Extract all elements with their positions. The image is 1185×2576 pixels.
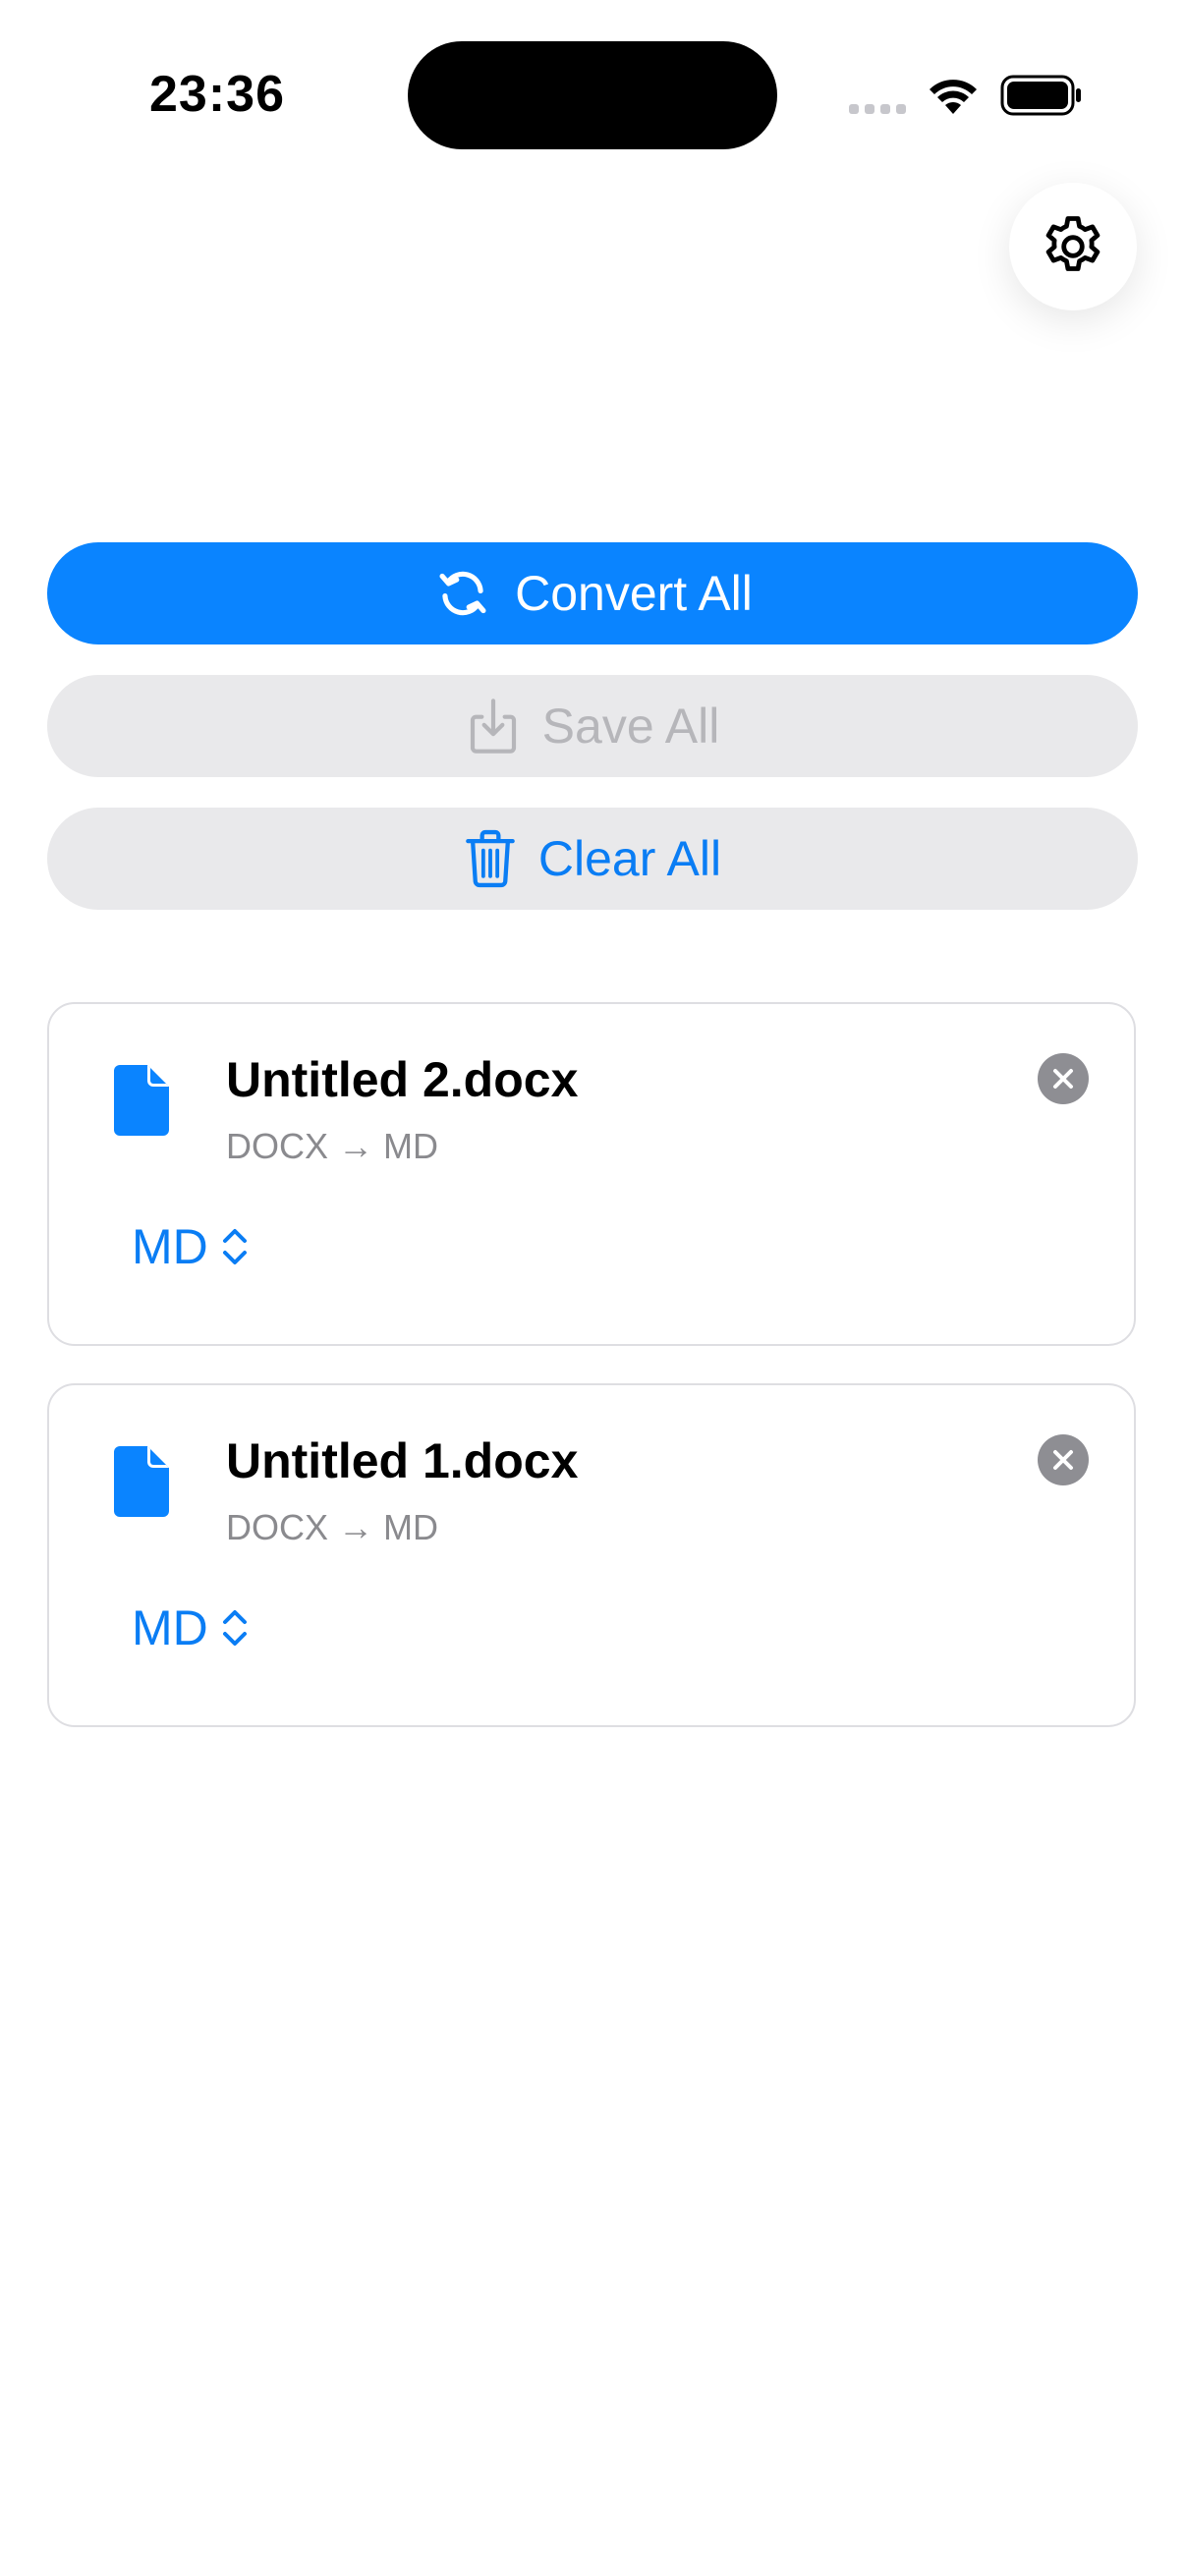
convert-all-label: Convert All bbox=[515, 566, 753, 621]
file-card: Untitled 2.docx DOCX → MD MD bbox=[47, 1002, 1136, 1346]
clear-all-button[interactable]: Clear All bbox=[47, 808, 1138, 910]
battery-icon bbox=[1000, 75, 1081, 116]
file-card: Untitled 1.docx DOCX → MD MD bbox=[47, 1383, 1136, 1727]
document-icon bbox=[114, 1065, 169, 1136]
remove-file-button[interactable] bbox=[1038, 1053, 1089, 1104]
conversion-label: DOCX → MD bbox=[226, 1507, 438, 1547]
conversion-label: DOCX → MD bbox=[226, 1126, 438, 1166]
gear-icon bbox=[1045, 216, 1100, 271]
remove-file-button[interactable] bbox=[1038, 1434, 1089, 1485]
clear-all-label: Clear All bbox=[537, 831, 722, 886]
settings-button[interactable] bbox=[1009, 183, 1137, 310]
file-name: Untitled 2.docx bbox=[226, 1052, 579, 1107]
chevron-up-down-icon bbox=[222, 1610, 247, 1646]
file-name: Untitled 1.docx bbox=[226, 1433, 579, 1488]
save-all-button[interactable]: Save All bbox=[47, 675, 1138, 777]
dynamic-island bbox=[408, 41, 777, 149]
refresh-icon bbox=[432, 563, 493, 624]
status-time: 23:36 bbox=[149, 66, 285, 123]
format-value: MD bbox=[132, 1219, 208, 1274]
wifi-icon bbox=[930, 80, 977, 114]
trash-icon bbox=[464, 828, 517, 889]
cellular-signal-icon bbox=[849, 104, 906, 114]
convert-all-button[interactable]: Convert All bbox=[47, 542, 1138, 644]
chevron-up-down-icon bbox=[222, 1229, 247, 1264]
save-all-label: Save All bbox=[541, 699, 720, 754]
document-icon bbox=[114, 1446, 169, 1517]
download-icon bbox=[466, 696, 521, 756]
format-value: MD bbox=[132, 1600, 208, 1655]
format-picker[interactable]: MD bbox=[132, 1599, 250, 1656]
app-screen: 23:36 Convert All Save All Clear All Unt… bbox=[0, 0, 1185, 2576]
format-picker[interactable]: MD bbox=[132, 1218, 250, 1275]
